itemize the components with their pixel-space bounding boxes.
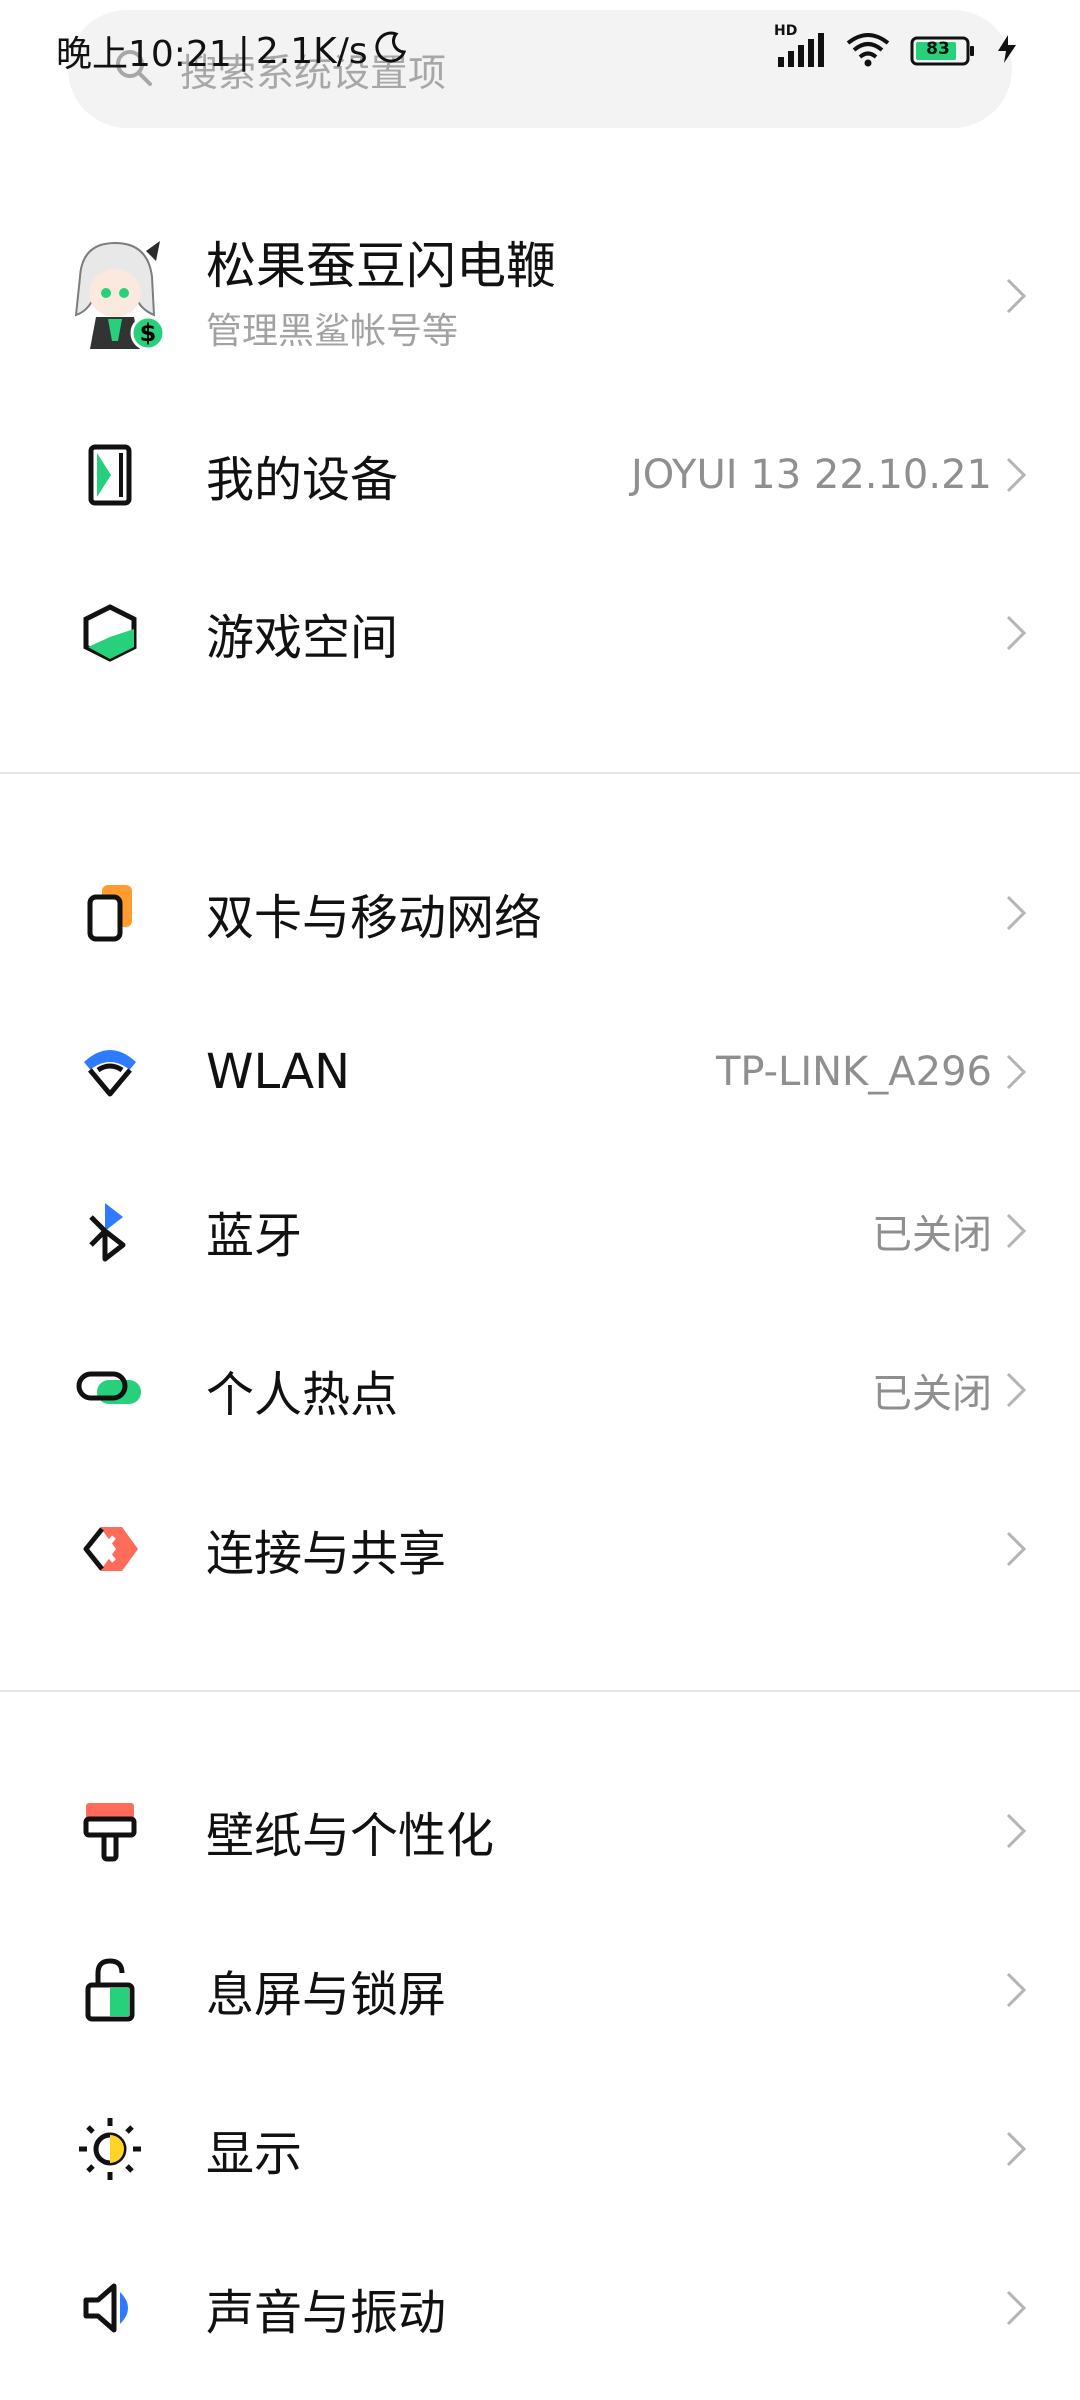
settings-item-label: 蓝牙 — [206, 1208, 303, 1264]
settings-item-value: 已关闭 — [872, 1371, 992, 1417]
settings-item-value: JOYUI 13 22.10.21 — [630, 452, 992, 498]
hotspot-icon — [74, 1354, 146, 1426]
settings-item-label: 壁纸与个性化 — [206, 1808, 495, 1864]
settings-item-hotspot[interactable]: 个人热点 已关闭 — [0, 1315, 1080, 1465]
settings-screen: 搜索系统设置项 晚上10:21 | 2.1K/s HD 83 $ 松果蚕豆闪电鞭… — [0, 0, 1080, 2400]
chevron-right-icon — [996, 613, 1036, 653]
chevron-right-icon — [996, 276, 1036, 316]
settings-item-display[interactable]: 显示 — [0, 2074, 1080, 2224]
wallpaper-icon — [74, 1795, 146, 1867]
section-divider — [0, 772, 1080, 774]
battery-icon: 83 — [910, 36, 976, 66]
chevron-right-icon — [996, 1370, 1036, 1410]
moon-icon — [374, 30, 408, 73]
status-bar: 晚上10:21 | 2.1K/s HD 83 — [56, 23, 1020, 77]
settings-item-connection-share[interactable]: 连接与共享 — [0, 1474, 1080, 1624]
chevron-right-icon — [996, 455, 1036, 495]
section-divider — [0, 1690, 1080, 1692]
settings-item-bluetooth[interactable]: 蓝牙 已关闭 — [0, 1156, 1080, 1306]
settings-item-label: 双卡与移动网络 — [206, 890, 543, 946]
chevron-right-icon — [996, 1970, 1036, 2010]
account-subtitle: 管理黑鲨帐号等 — [206, 311, 459, 352]
charging-icon — [994, 33, 1020, 69]
chevron-right-icon — [996, 1052, 1036, 1092]
game-space-icon — [74, 597, 146, 669]
status-speed: 2.1K/s — [255, 30, 368, 72]
settings-item-label: 个人热点 — [206, 1367, 399, 1423]
settings-item-value: 已关闭 — [872, 1212, 992, 1258]
settings-item-label: 息屏与锁屏 — [206, 1967, 447, 2023]
connection-share-icon — [74, 1513, 146, 1585]
sim-card-icon — [74, 877, 146, 949]
status-right: HD 83 — [774, 23, 1020, 71]
status-time: 晚上10:21 — [56, 34, 232, 75]
chevron-right-icon — [996, 1529, 1036, 1569]
chevron-right-icon — [996, 2129, 1036, 2169]
device-icon — [74, 439, 146, 511]
chevron-right-icon — [996, 2288, 1036, 2328]
display-icon — [74, 2113, 146, 2185]
settings-item-label: 显示 — [206, 2126, 303, 2182]
chevron-right-icon — [996, 1211, 1036, 1251]
signal-icon: HD — [774, 23, 826, 69]
settings-item-sound[interactable]: 声音与振动 — [0, 2233, 1080, 2383]
wifi-icon — [844, 31, 892, 71]
account-name: 松果蚕豆闪电鞭 — [206, 237, 556, 295]
settings-item-my-device[interactable]: 我的设备 JOYUI 13 22.10.21 — [0, 400, 1080, 550]
settings-item-label: 游戏空间 — [206, 610, 399, 666]
chevron-right-icon — [996, 1811, 1036, 1851]
status-left: 晚上10:21 | 2.1K/s — [56, 25, 408, 77]
settings-item-lock-screen[interactable]: 息屏与锁屏 — [0, 1915, 1080, 2065]
lock-screen-icon — [74, 1954, 146, 2026]
wlan-icon — [74, 1036, 146, 1108]
settings-item-label: WLAN — [206, 1044, 351, 1100]
settings-item-label: 我的设备 — [206, 452, 399, 508]
signal-badge: HD — [774, 23, 798, 39]
sound-icon — [74, 2272, 146, 2344]
bluetooth-icon — [74, 1195, 146, 1267]
account-row[interactable]: $ 松果蚕豆闪电鞭 管理黑鲨帐号等 — [0, 212, 1080, 382]
settings-item-value: TP-LINK_A296 — [715, 1049, 992, 1095]
battery-level: 83 — [926, 39, 950, 59]
settings-item-wallpaper[interactable]: 壁纸与个性化 — [0, 1756, 1080, 1906]
settings-item-dual-sim[interactable]: 双卡与移动网络 — [0, 838, 1080, 988]
svg-text:$: $ — [140, 319, 157, 347]
settings-item-label: 声音与振动 — [206, 2285, 447, 2341]
settings-item-wlan[interactable]: WLAN TP-LINK_A296 — [0, 997, 1080, 1147]
status-separator: | — [237, 30, 250, 72]
settings-item-label: 连接与共享 — [206, 1526, 447, 1582]
chevron-right-icon — [996, 893, 1036, 933]
avatar: $ — [60, 237, 170, 357]
settings-item-game-space[interactable]: 游戏空间 — [0, 558, 1080, 708]
